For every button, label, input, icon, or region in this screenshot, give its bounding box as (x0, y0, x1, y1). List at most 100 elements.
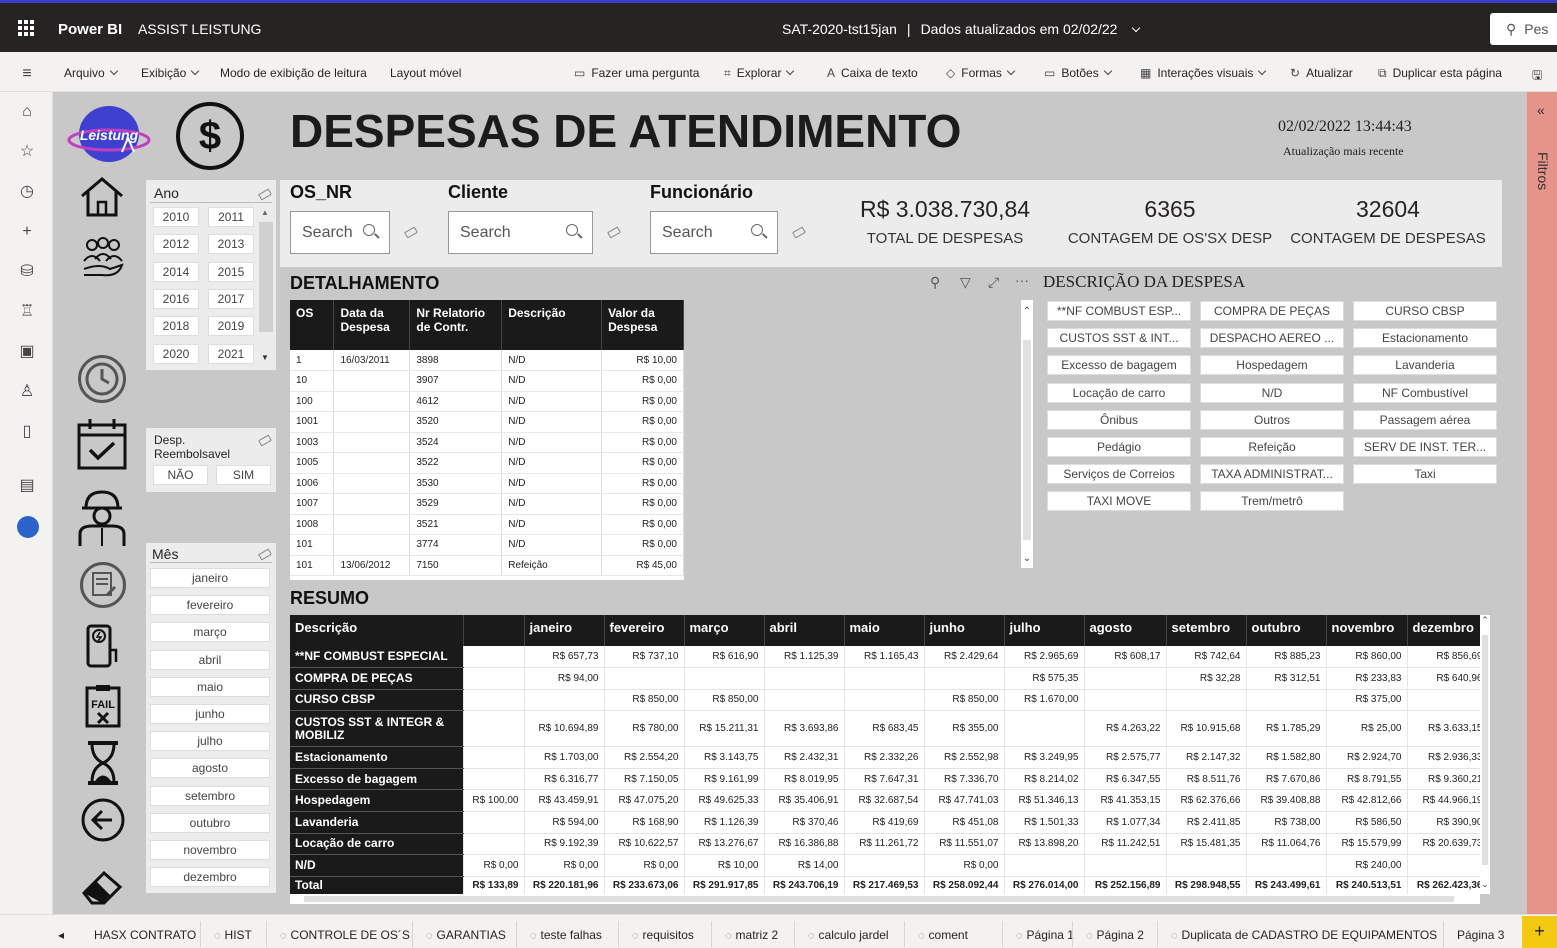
table-row[interactable]: 101 13/06/2012 7150 Refeição R$ 45,00 (290, 555, 684, 576)
recent-icon[interactable]: ◷ (17, 182, 37, 202)
resumo-header-cell[interactable]: março (684, 615, 765, 646)
resumo-scrollbar[interactable]: ⌃ ⌄ (1480, 615, 1490, 894)
reading-view-button[interactable]: Modo de exibição de leitura (220, 66, 367, 80)
ano-scrollbar[interactable] (259, 222, 273, 332)
matrix-row-header[interactable]: Hospedagem (290, 789, 464, 813)
filters-pane[interactable]: « Filtros (1527, 92, 1557, 914)
tab-coment[interactable]: ◌ coment (918, 928, 968, 942)
resumo-header-cell[interactable]: julho (1004, 615, 1085, 646)
tab-scroll-left-icon[interactable]: ◂ (58, 928, 64, 942)
resumo-header-cell[interactable]: maio (844, 615, 925, 646)
matrix-row[interactable]: CURSO CBSP R$ 850,00 R$ 850,00 R$ 850,00 R$ … (290, 689, 1480, 712)
matrix-row[interactable]: Lavanderia R$ 594,00 R$ 168,90 R$ 1.126,39 R… (290, 811, 1480, 834)
workspace-name[interactable]: ASSIST LEISTUNG (138, 21, 261, 37)
fail-nav-icon[interactable]: FAIL (84, 683, 122, 732)
descricao-button[interactable]: Hospedagem (1200, 355, 1344, 376)
descricao-button[interactable]: Passagem aérea (1353, 409, 1497, 430)
mobile-layout-button[interactable]: Layout móvel (390, 66, 461, 80)
workspace-avatar-icon[interactable] (17, 516, 39, 538)
duplicate-page-button[interactable]: ⧉ Duplicar esta página (1378, 66, 1502, 81)
descricao-button[interactable]: **NF COMBUST ESP... (1047, 301, 1191, 321)
textbox-button[interactable]: A Caixa de texto (827, 66, 918, 80)
add-page-button[interactable]: + (1522, 916, 1557, 948)
visual-interactions-menu[interactable]: ▦ Interações visuais (1140, 66, 1267, 80)
buttons-menu[interactable]: ▭ Botões (1044, 66, 1112, 80)
datasets-icon[interactable]: ⛁ (17, 262, 37, 282)
descricao-button[interactable]: Estacionamento (1353, 328, 1497, 349)
descricao-button[interactable]: Pedágio (1047, 437, 1191, 457)
descricao-button[interactable]: CURSO CBSP (1353, 301, 1497, 321)
month-button-novembro[interactable]: novembro (150, 840, 270, 860)
data-updated-dropdown[interactable]: Dados atualizados em 02/02/22 (921, 21, 1118, 37)
year-button-2014[interactable]: 2014 (153, 261, 199, 282)
descricao-button[interactable]: Trem/metrô (1200, 491, 1344, 512)
hamburger-menu-icon[interactable]: ≡ (17, 64, 37, 84)
resumo-horizontal-scrollbar[interactable] (290, 894, 1480, 904)
collapse-icon[interactable]: « (1537, 102, 1545, 118)
matrix-row[interactable]: CUSTOS SST & INTEGR & MOBILIZ R$ 10.694,8… (290, 710, 1480, 748)
descricao-button[interactable]: TAXA ADMINISTRAT... (1200, 464, 1344, 485)
year-button-2013[interactable]: 2013 (208, 234, 254, 255)
resumo-header-cell[interactable] (463, 615, 525, 646)
month-button-julho[interactable]: julho (150, 731, 270, 752)
tab-teste-falhas[interactable]: ◌ teste falhas (530, 928, 602, 942)
detalhamento-scrollbar[interactable]: ⌃ ⌄ (1021, 300, 1033, 568)
descricao-button[interactable]: DESPACHO AEREO ... (1200, 328, 1344, 349)
descricao-button[interactable]: Serviços de Correios (1047, 464, 1191, 485)
descricao-button[interactable]: Excesso de bagagem (1047, 355, 1191, 376)
apps-icon[interactable]: ▣ (17, 342, 37, 362)
resumo-header-cell[interactable]: agosto (1084, 615, 1167, 646)
descricao-button[interactable]: COMPRA DE PEÇAS (1200, 301, 1344, 321)
explore-menu[interactable]: ⌗ Explorar (724, 66, 795, 81)
favorites-icon[interactable]: ☆ (17, 142, 37, 162)
descricao-button[interactable]: NF Combustível (1353, 382, 1497, 403)
matrix-row-header[interactable]: Locação de carro (290, 833, 464, 856)
month-button-fevereiro[interactable]: fevereiro (150, 595, 270, 616)
resumo-header-cell[interactable]: outubro (1246, 615, 1327, 646)
report-document-nav-icon[interactable] (80, 562, 126, 608)
year-button-2011[interactable]: 2011 (208, 207, 254, 227)
resumo-header-cell[interactable]: abril (764, 615, 845, 646)
tab-garantias[interactable]: ◌ GARANTIAS (426, 928, 506, 942)
matrix-row-header[interactable]: COMPRA DE PEÇAS (290, 667, 464, 690)
descricao-button[interactable]: Lavanderia (1353, 355, 1497, 376)
matrix-row[interactable]: **NF COMBUST ESPECIAL R$ 657,73 R$ 737,10 R… (290, 646, 1480, 669)
year-button-2021[interactable]: 2021 (208, 343, 254, 364)
resumo-header-cell[interactable]: setembro (1166, 615, 1247, 646)
month-button-setembro[interactable]: setembro (150, 785, 270, 806)
table-row[interactable]: 1 16/03/2011 3898 N/D R$ 10,00 (290, 350, 684, 371)
detalhamento-header-cell[interactable]: OS (290, 300, 335, 350)
detalhamento-header-cell[interactable]: Descrição (501, 300, 603, 350)
detalhamento-header-cell[interactable]: Valor da Despesa (601, 300, 684, 350)
matrix-row[interactable]: Locação de carro R$ 9.192,39 R$ 10.622,57 R… (290, 833, 1480, 856)
month-button-maio[interactable]: maio (150, 676, 270, 697)
month-button-dezembro[interactable]: dezembro (150, 867, 270, 888)
year-button-2016[interactable]: 2016 (153, 288, 199, 309)
hourglass-nav-icon[interactable] (86, 740, 120, 789)
create-icon[interactable]: + (17, 222, 37, 242)
table-row[interactable]: 1007 3529 N/D R$ 0,00 (290, 493, 684, 515)
resumo-header-cell[interactable]: Descrição (290, 615, 464, 646)
year-button-2010[interactable]: 2010 (153, 207, 199, 227)
more-options-icon[interactable]: ··· (1015, 272, 1029, 288)
tab-p-gina-1[interactable]: ◌ Página 1 (1016, 928, 1074, 942)
reembolsavel-nao-button[interactable]: NÃO (153, 465, 208, 485)
resumo-header-cell[interactable]: fevereiro (604, 615, 685, 646)
funcionario-search-input[interactable]: Search (650, 211, 778, 254)
focus-mode-icon[interactable]: ⤢ (988, 274, 999, 291)
year-button-2017[interactable]: 2017 (208, 288, 254, 309)
matrix-row[interactable]: Hospedagem R$ 100,00 R$ 43.459,91 R$ 47.075… (290, 789, 1480, 813)
matrix-row-header[interactable]: N/D (290, 854, 464, 877)
menu-arquivo[interactable]: Arquivo (64, 66, 118, 80)
month-button-abril[interactable]: abril (150, 649, 270, 670)
os-nr-search-input[interactable]: Search (290, 211, 390, 254)
matrix-row-header[interactable]: Excesso de bagagem (290, 768, 464, 791)
year-button-2018[interactable]: 2018 (153, 316, 199, 337)
resumo-header-cell[interactable]: junho (924, 615, 1005, 646)
matrix-row[interactable]: Estacionamento R$ 1.703,00 R$ 2.554,20 R$ 3… (290, 746, 1480, 769)
table-row[interactable]: 100 4612 N/D R$ 0,00 (290, 391, 684, 412)
reembolsavel-sim-button[interactable]: SIM (216, 465, 271, 485)
global-search-input[interactable]: ⚲ Pes (1490, 13, 1557, 45)
year-button-2019[interactable]: 2019 (208, 316, 254, 337)
table-row[interactable]: 10 3907 N/D R$ 0,00 (290, 370, 684, 392)
